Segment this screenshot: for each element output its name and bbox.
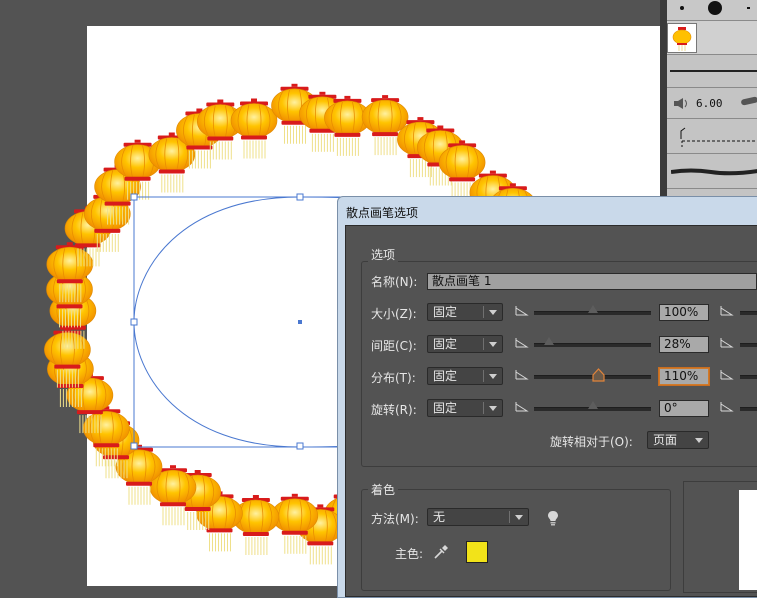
scatter-value-field[interactable]: 110% [659, 368, 709, 385]
min-value-icon [515, 338, 529, 348]
max-value-icon [720, 370, 734, 380]
small-dot-brush-icon[interactable] [680, 6, 684, 10]
max-value-icon [720, 402, 734, 412]
eyedropper-icon[interactable] [433, 543, 450, 560]
spacing-value-field[interactable]: 28% [659, 336, 709, 353]
spacing-mode-dropdown[interactable]: 固定 [427, 335, 503, 353]
charcoal-brush-row[interactable] [661, 154, 757, 189]
tiny-brush-icon[interactable] [747, 7, 750, 9]
lantern-icon [230, 98, 278, 159]
name-field[interactable]: 散点画笔 1 [427, 273, 757, 290]
size-mode-dropdown[interactable]: 固定 [427, 303, 503, 321]
rotation-slider-thumb[interactable] [588, 401, 598, 409]
spacing-slider-thumb[interactable] [544, 337, 554, 345]
max-value-icon [720, 306, 734, 316]
rotation-max-slider[interactable] [740, 407, 757, 411]
scatter-slider-thumb[interactable] [592, 368, 605, 382]
chevron-down-icon [515, 515, 523, 520]
rotation-relative-value: 页面 [653, 433, 678, 447]
dashed-arrow-brush-icon [680, 127, 757, 147]
colorization-method-dropdown[interactable]: 无 [427, 508, 529, 526]
arrow-brush-row[interactable] [661, 119, 757, 154]
scatter-max-slider[interactable] [740, 375, 757, 379]
scatter-brush-row[interactable] [661, 21, 757, 55]
rotation-relative-dropdown[interactable]: 页面 [647, 431, 709, 449]
lantern-brush-thumbnail[interactable] [667, 23, 697, 53]
colorization-group-title: 着色 [368, 481, 399, 498]
rotation-label: 旋转(R): [371, 403, 417, 417]
preview-area [739, 490, 757, 590]
colorization-method-value: 无 [433, 510, 446, 524]
basic-line-brush-row[interactable] [661, 55, 757, 88]
rotation-value-field[interactable]: 0° [659, 400, 709, 417]
method-label: 方法(M): [371, 512, 419, 526]
scatter-mode-value: 固定 [433, 369, 458, 383]
brush-size-readout: 6.00 [696, 97, 723, 110]
size-max-slider[interactable] [740, 311, 757, 315]
size-mode-value: 固定 [433, 305, 458, 319]
spacing-max-slider[interactable] [740, 343, 757, 347]
spacing-label: 间距(C): [371, 339, 417, 353]
min-value-icon [515, 370, 529, 380]
chevron-down-icon [695, 438, 703, 443]
rotation-mode-dropdown[interactable]: 固定 [427, 399, 503, 417]
rotation-relative-label: 旋转相对于(O): [550, 435, 633, 449]
size-slider-thumb[interactable] [588, 305, 598, 313]
spacing-mode-value: 固定 [433, 337, 458, 351]
line-stroke-icon [670, 70, 757, 72]
name-label: 名称(N): [371, 275, 418, 289]
scatter-mode-dropdown[interactable]: 固定 [427, 367, 503, 385]
tips-lightbulb-icon[interactable] [547, 510, 559, 526]
charcoal-stroke-icon [671, 168, 757, 176]
options-group-title: 选项 [368, 246, 399, 263]
dialog-title: 散点画笔选项 [346, 206, 419, 220]
key-color-label: 主色: [395, 547, 424, 561]
size-label: 大小(Z): [371, 307, 417, 321]
workspace: 6.00 散点画笔选项 选项 名称(N): 散点画笔 1 大小(Z): 固定 1… [0, 0, 757, 598]
key-color-swatch[interactable] [466, 541, 488, 563]
size-value-field[interactable]: 100% [659, 304, 709, 321]
brush-preset-row[interactable] [661, 0, 757, 21]
brush-stroke-icon [740, 96, 757, 106]
chevron-down-icon [489, 310, 497, 315]
lantern-icon [232, 494, 280, 556]
min-value-icon [515, 306, 529, 316]
rotation-mode-value: 固定 [433, 401, 458, 415]
max-value-icon [720, 338, 734, 348]
lantern-icon [672, 27, 692, 51]
scatter-label: 分布(T): [371, 371, 416, 385]
large-dot-brush-icon[interactable] [708, 1, 722, 15]
chevron-down-icon [489, 342, 497, 347]
chevron-down-icon [489, 406, 497, 411]
colorization-group [361, 489, 671, 591]
chevron-down-icon [489, 374, 497, 379]
min-value-icon [515, 402, 529, 412]
speaker-icon [674, 98, 687, 109]
